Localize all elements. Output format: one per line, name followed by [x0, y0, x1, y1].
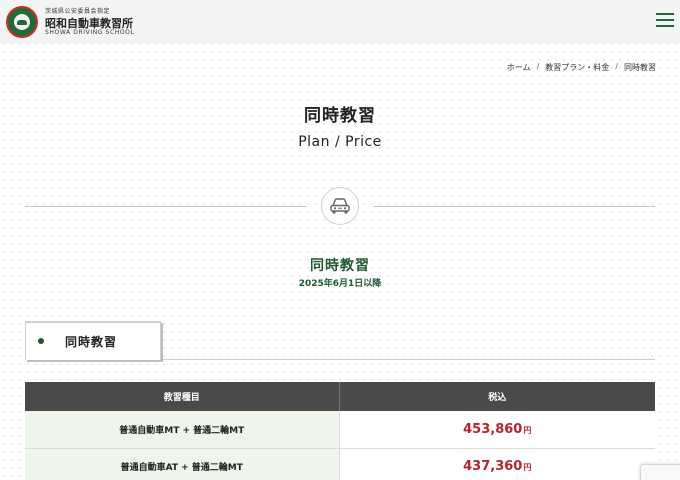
- tab-bullet-icon: [38, 338, 44, 344]
- price-value: 437,360: [463, 459, 523, 474]
- price-cell: 453,860円: [339, 411, 655, 449]
- breadcrumb-current: 同時教習: [624, 63, 656, 72]
- breadcrumb-home[interactable]: ホーム: [507, 62, 531, 73]
- tab-label: 同時教習: [65, 335, 118, 349]
- price-unit: 円: [523, 463, 532, 472]
- site-header: 茨城県公安委員会指定 昭和自動車教習所 SHOWA DRIVING SCHOOL: [0, 0, 680, 44]
- recaptcha-badge[interactable]: [640, 464, 680, 480]
- school-name-en: SHOWA DRIVING SCHOOL: [45, 29, 135, 36]
- breadcrumb: ホーム / 教習プラン・料金 / 同時教習: [507, 62, 656, 73]
- divider-line: [25, 206, 307, 207]
- course-cell: 普通自動車AT + 普通二輪MT: [25, 448, 340, 480]
- divider-badge: [321, 187, 359, 225]
- breadcrumb-separator: /: [615, 62, 618, 71]
- tab-simultaneous-training[interactable]: 同時教習: [25, 321, 161, 360]
- table-row: 普通自動車MT + 普通二輪MT 453,860円: [25, 411, 655, 449]
- school-emblem-icon[interactable]: [6, 6, 38, 38]
- breadcrumb-separator: /: [536, 62, 540, 71]
- price-cell: 437,360円: [339, 448, 655, 480]
- hamburger-menu-icon[interactable]: [656, 12, 674, 28]
- course-cell: 普通自動車MT + 普通二輪MT: [25, 411, 340, 449]
- table-row: 普通自動車AT + 普通二輪MT 437,360円: [25, 448, 655, 480]
- section-title: 同時教習: [310, 258, 370, 274]
- table-header-row: 教習種目 税込: [25, 382, 655, 411]
- divider-line: [373, 206, 655, 207]
- price-value: 453,860: [463, 421, 523, 437]
- breadcrumb-plan-price[interactable]: 教習プラン・料金: [545, 62, 609, 73]
- effective-date: 2025年6月1日以降: [298, 279, 382, 289]
- page-title: 同時教習: [304, 106, 376, 126]
- designation-text: 茨城県公安委員会指定: [45, 8, 111, 15]
- page-subtitle: Plan / Price: [298, 134, 382, 150]
- column-header-course: 教習種目: [25, 382, 340, 411]
- car-icon: [330, 198, 350, 214]
- price-table: 教習種目 税込 普通自動車MT + 普通二輪MT 453,860円 普通自動車A…: [25, 382, 655, 480]
- column-header-price: 税込: [339, 382, 655, 411]
- price-unit: 円: [523, 425, 532, 435]
